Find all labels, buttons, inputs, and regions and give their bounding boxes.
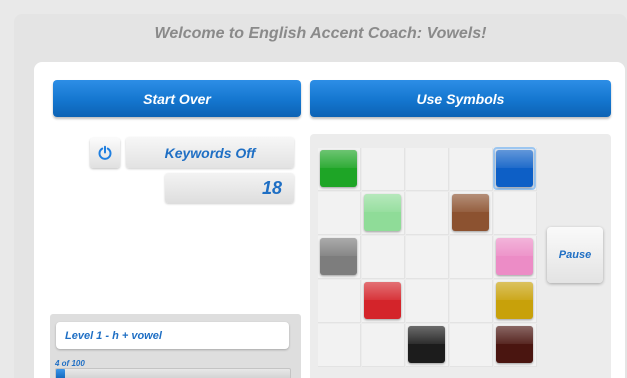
grid-cell [318, 192, 361, 235]
score-counter: 18 [165, 173, 294, 203]
page-title: Welcome to English Accent Coach: Vowels! [154, 25, 487, 42]
keywords-toggle-button[interactable] [90, 138, 120, 168]
grid-cell [406, 148, 449, 191]
grid-cell [362, 324, 405, 367]
grid-cell [406, 192, 449, 235]
vowel-color-tile[interactable] [364, 194, 401, 231]
vowel-tile-grid: Pause [310, 134, 611, 378]
level-label: Level 1 - h + vowel [56, 322, 289, 349]
grid-cell [406, 236, 449, 279]
grid-cell [318, 324, 361, 367]
level-panel: Level 1 - h + vowel 4 of 100 [50, 314, 301, 378]
vowel-color-tile[interactable] [452, 194, 489, 231]
grid-cell [450, 148, 493, 191]
grid-cell [318, 280, 361, 323]
grid-cell [450, 236, 493, 279]
vowel-color-tile[interactable] [320, 238, 357, 275]
start-over-button[interactable]: Start Over [53, 80, 301, 117]
grid-cell [362, 148, 405, 191]
grid-cell [450, 324, 493, 367]
main-panel: Start Over Use Symbols Keywords Off 18 L… [34, 62, 625, 378]
grid-cell [494, 192, 537, 235]
vowel-color-tile[interactable] [496, 282, 533, 319]
vowel-color-tile[interactable] [408, 326, 445, 363]
vowel-color-tile[interactable] [496, 150, 533, 187]
keywords-toggle-label[interactable]: Keywords Off [126, 137, 294, 168]
progress-bar-fill [56, 369, 65, 378]
grid-cell [450, 280, 493, 323]
grid-cell [362, 236, 405, 279]
vowel-color-tile[interactable] [320, 150, 357, 187]
progress-text: 4 of 100 [55, 359, 85, 368]
vowel-color-tile[interactable] [364, 282, 401, 319]
progress-bar [55, 368, 291, 378]
app-frame: Welcome to English Accent Coach: Vowels!… [14, 14, 627, 378]
vowel-color-tile[interactable] [496, 238, 533, 275]
pause-button[interactable]: Pause [547, 227, 603, 283]
vowel-color-tile[interactable] [496, 326, 533, 363]
grid-cell [406, 280, 449, 323]
power-icon [98, 145, 112, 160]
use-symbols-button[interactable]: Use Symbols [310, 80, 611, 117]
